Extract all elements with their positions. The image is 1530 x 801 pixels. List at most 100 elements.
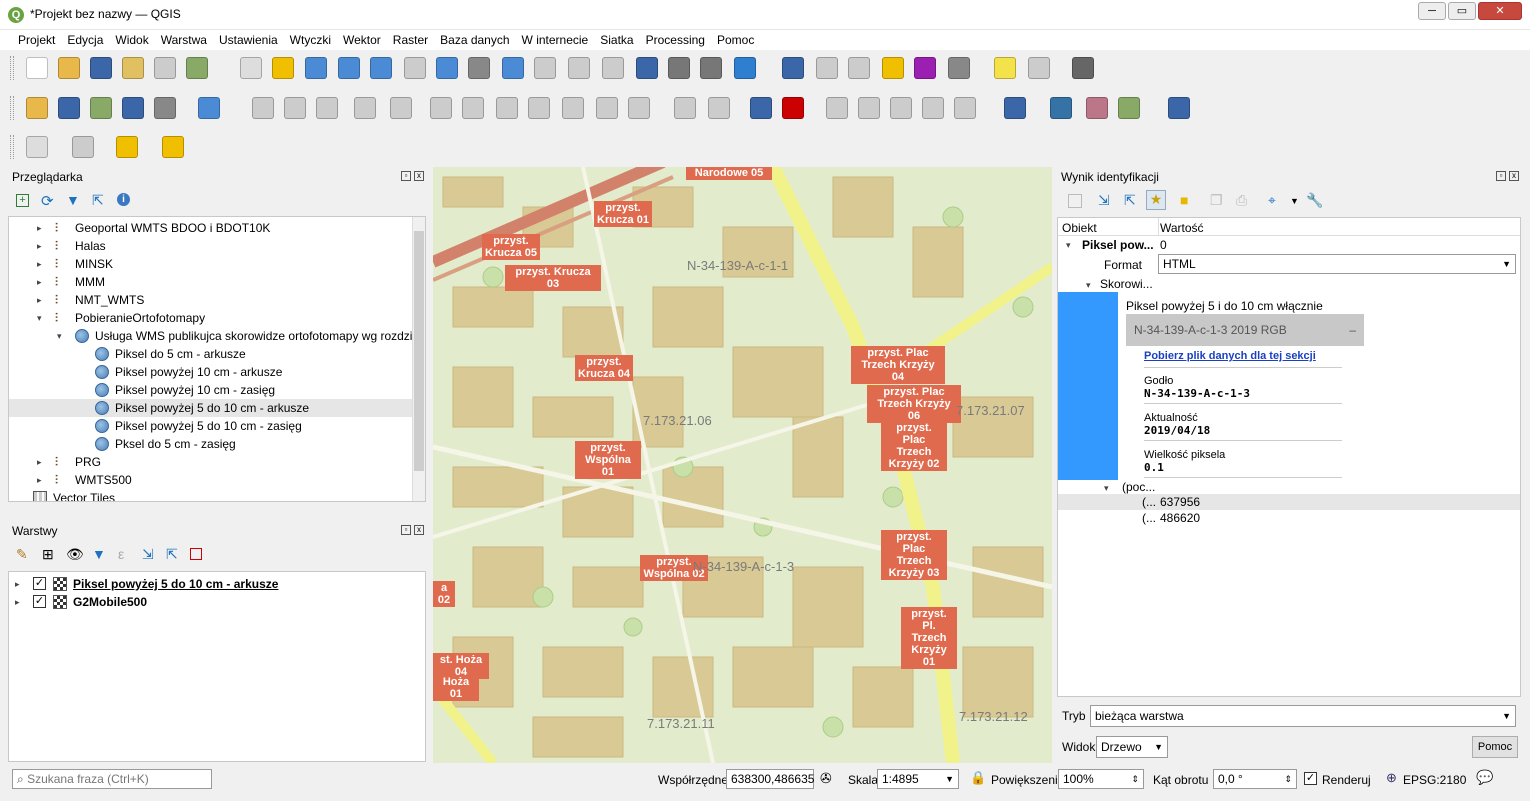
expand-arrow-icon[interactable]: ▾ — [37, 309, 42, 327]
browser-item[interactable]: ▸ ⫶ Halas — [9, 237, 413, 255]
messages-icon[interactable]: 💬 — [1476, 769, 1493, 786]
new-project-icon[interactable] — [26, 57, 48, 79]
save-icon[interactable] — [90, 57, 112, 79]
mode-select[interactable]: bieżąca warstwa ▼ — [1090, 705, 1516, 727]
layer-visibility-checkbox[interactable]: ✓ — [33, 595, 46, 608]
browser-item[interactable]: ▸ ⫶ MMM — [9, 273, 413, 291]
browser-item[interactable]: Piksel do 5 cm - arkusze — [9, 345, 413, 363]
menu-item[interactable]: Pomoc — [711, 30, 760, 50]
browser-item[interactable]: ▸ ⫶ PRG — [9, 453, 413, 471]
plugin-image-icon[interactable] — [1118, 97, 1140, 119]
browser-item[interactable]: ▸ ⫶ MINSK — [9, 255, 413, 273]
select-features-icon[interactable] — [882, 57, 904, 79]
clock-icon[interactable] — [700, 57, 722, 79]
browser-item[interactable]: Piksel powyżej 5 do 10 cm - zasięg — [9, 417, 413, 435]
vertex-tool-icon[interactable] — [390, 97, 412, 119]
help-book-icon[interactable] — [1168, 97, 1190, 119]
crs-label[interactable]: EPSG:2180 — [1403, 773, 1466, 787]
menu-item[interactable]: Projekt — [12, 30, 61, 50]
expand-tree-icon[interactable] — [1068, 194, 1082, 208]
column-header-object[interactable]: Obiekt — [1062, 221, 1097, 235]
expand-arrow-icon[interactable]: ▸ — [37, 453, 42, 471]
copy-features-icon[interactable] — [528, 97, 550, 119]
new-shapefile-icon[interactable] — [90, 97, 112, 119]
toggle-editing-icon[interactable] — [284, 97, 306, 119]
format-select[interactable]: HTML ▼ — [1158, 254, 1516, 274]
layer-item[interactable]: ▸ ✓ G2Mobile500 — [9, 593, 419, 611]
browser-item[interactable]: ▸ ⫶ WMTS500 — [9, 471, 413, 489]
minimize-button[interactable]: ─ — [1418, 2, 1446, 20]
select-by-value-icon[interactable] — [72, 136, 94, 158]
refresh-icon[interactable]: ⟳ — [41, 192, 54, 210]
zoom-native-icon[interactable] — [468, 57, 490, 79]
label-icon[interactable] — [674, 97, 696, 119]
chevron-down-icon[interactable]: ▼ — [1290, 196, 1299, 206]
menu-item[interactable]: Siatka — [594, 30, 639, 50]
layer-item[interactable]: ▸ ✓ Piksel powyżej 5 do 10 cm - arkusze — [9, 575, 419, 593]
expand-arrow-icon[interactable]: ▸ — [37, 471, 42, 489]
search-input[interactable]: ⌕ Szukana fraza (Ctrl+K) — [12, 769, 212, 789]
expand-arrow-icon[interactable]: ▸ — [37, 219, 42, 237]
print-layout-icon[interactable] — [154, 57, 176, 79]
browser-item[interactable]: Piksel powyżej 10 cm - zasięg — [9, 381, 413, 399]
layer-visibility-checkbox[interactable]: ✓ — [33, 577, 46, 590]
menu-item[interactable]: Wtyczki — [284, 30, 337, 50]
expand-arrow-icon[interactable]: ▸ — [37, 237, 42, 255]
view-select[interactable]: Drzewo ▼ — [1096, 736, 1168, 758]
zoom-layer-icon[interactable] — [436, 57, 458, 79]
add-group-icon[interactable]: ⊞ — [42, 546, 54, 563]
info-icon[interactable]: i — [117, 193, 130, 206]
close-panel-icon[interactable]: x — [414, 171, 424, 181]
render-checkbox[interactable]: ✓ — [1304, 772, 1317, 785]
column-header-value[interactable]: Wartość — [1160, 221, 1204, 235]
edit-pencil-icon[interactable] — [252, 97, 274, 119]
new-geopackage-icon[interactable] — [58, 97, 80, 119]
remove-layer-icon[interactable] — [190, 548, 202, 560]
collapse-all-icon[interactable]: ⇱ — [166, 546, 178, 563]
browser-item[interactable]: Piksel powyżej 5 do 10 cm - arkusze — [9, 399, 413, 417]
close-button[interactable]: ✕ — [1478, 2, 1522, 20]
filter-icon[interactable]: ▼ — [66, 192, 80, 208]
expand-arrow-icon[interactable]: ▸ — [15, 575, 20, 593]
label-show-icon[interactable] — [826, 97, 848, 119]
toolbar-grip[interactable] — [10, 135, 14, 159]
measure-icon[interactable] — [948, 57, 970, 79]
new-map-view-icon[interactable] — [568, 57, 590, 79]
cut-icon[interactable] — [496, 97, 518, 119]
skorowidz-node[interactable]: Skorowi... — [1100, 277, 1153, 291]
tree-scrollbar[interactable] — [412, 217, 425, 501]
bookmark-icon[interactable] — [602, 57, 624, 79]
lock-icon[interactable]: 🔒 — [970, 770, 986, 786]
redo-icon[interactable] — [628, 97, 650, 119]
browser-item[interactable]: ▸ ⫶ NMT_WMTS — [9, 291, 413, 309]
label-rotate-icon[interactable] — [890, 97, 912, 119]
digitize-icon[interactable] — [354, 97, 376, 119]
menu-item[interactable]: Widok — [109, 30, 154, 50]
python-icon[interactable] — [1050, 97, 1072, 119]
browser-item[interactable]: Vector Tiles — [9, 489, 413, 501]
layout-manager-icon[interactable] — [198, 97, 220, 119]
label-red-icon[interactable] — [782, 97, 804, 119]
label-text-icon[interactable] — [954, 97, 976, 119]
label-highlight-icon[interactable] — [750, 97, 772, 119]
print-icon[interactable]: ⎙ — [1236, 192, 1247, 209]
close-panel-icon[interactable]: x — [414, 525, 424, 535]
zoom-field[interactable]: 100% ⇕ — [1058, 769, 1144, 789]
expression-icon[interactable]: ε — [118, 546, 124, 562]
pan-hand-icon[interactable] — [240, 57, 262, 79]
deselect-icon[interactable] — [116, 136, 138, 158]
zoom-full-icon[interactable] — [370, 57, 392, 79]
filter-icon[interactable]: ▼ — [92, 546, 106, 562]
pan-to-selection-icon[interactable] — [272, 57, 294, 79]
download-link[interactable]: Pobierz plik danych dla tej sekcji — [1144, 350, 1316, 362]
float-icon[interactable]: ▫ — [401, 525, 411, 535]
sum-icon[interactable] — [914, 57, 936, 79]
maximize-button[interactable]: ▭ — [1448, 2, 1476, 20]
menu-item[interactable]: Baza danych — [434, 30, 515, 50]
statistics-icon[interactable] — [848, 57, 870, 79]
menu-item[interactable]: W internecie — [516, 30, 595, 50]
globe-binoculars-icon[interactable] — [1004, 97, 1026, 119]
expand-arrow-icon[interactable]: ▸ — [37, 273, 42, 291]
expand-new-results-icon[interactable]: ★ — [1146, 190, 1166, 210]
browser-item[interactable]: ▸ ⫶ Geoportal WMTS BDOO i BDOT10K — [9, 219, 413, 237]
